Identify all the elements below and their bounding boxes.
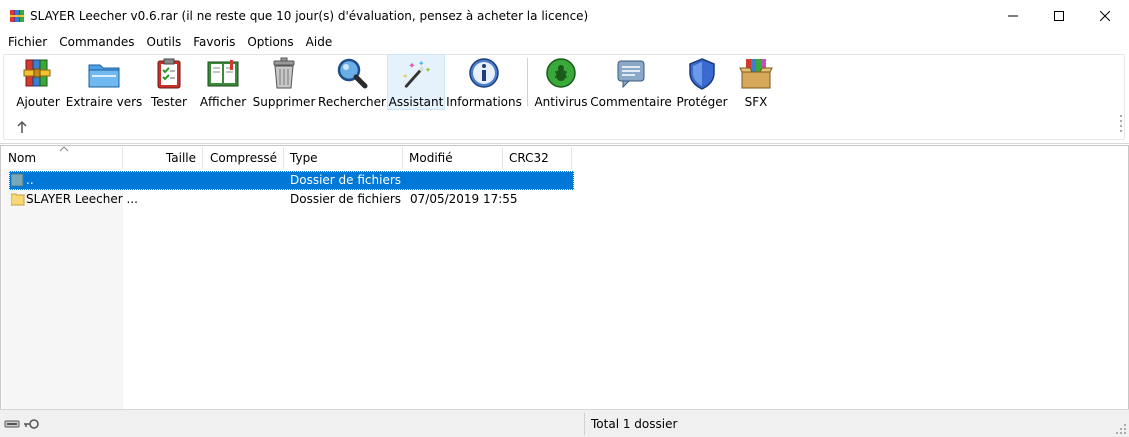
column-modified[interactable]: Modifié: [403, 147, 503, 169]
extract-button-label: Extraire vers: [65, 95, 143, 109]
info-button[interactable]: Informations: [446, 54, 522, 110]
drive-key-icon[interactable]: [4, 417, 44, 431]
resize-grip-icon[interactable]: [1115, 423, 1127, 435]
parent-folder-icon: [11, 173, 24, 187]
status-total: Total 1 dossier: [591, 417, 678, 431]
antivirus-button-label: Antivirus: [534, 95, 588, 109]
minimize-icon: [1008, 15, 1018, 17]
close-icon: [1100, 11, 1110, 21]
trash-icon: [273, 57, 295, 89]
svg-text:✦: ✦: [408, 62, 415, 72]
file-name: SLAYER Leecher ...: [26, 192, 138, 206]
add-button[interactable]: Ajouter: [14, 54, 62, 110]
menu-outils[interactable]: Outils: [141, 32, 188, 52]
search-button[interactable]: Rechercher: [318, 54, 386, 110]
status-divider: [584, 413, 585, 435]
extract-button[interactable]: Extraire vers: [66, 54, 142, 110]
column-packed[interactable]: Compressé: [203, 147, 284, 169]
view-book-icon: [207, 60, 239, 87]
protect-button[interactable]: Protéger: [676, 54, 728, 110]
toolbar-separator: [527, 58, 528, 106]
column-type-label: Type: [290, 151, 318, 165]
delete-button[interactable]: Supprimer: [253, 54, 315, 110]
maximize-icon: [1054, 11, 1064, 21]
svg-text:✦: ✦: [425, 66, 432, 75]
sfx-box-icon: [739, 59, 773, 89]
add-archive-icon: [23, 59, 51, 87]
column-size[interactable]: Taille: [123, 147, 203, 169]
protect-button-label: Protéger: [676, 95, 728, 109]
sort-ascending-icon: [59, 146, 69, 152]
menu-bar: Fichier Commandes Outils Favoris Options…: [0, 32, 338, 52]
wizard-button-label: Assistant: [388, 95, 444, 109]
toolbar: Ajouter Extraire vers Tester Afficher Su…: [0, 52, 1129, 144]
magnifier-icon: [337, 58, 368, 89]
column-type[interactable]: Type: [284, 147, 403, 169]
test-clipboard-icon: [157, 58, 181, 89]
file-list[interactable]: Nom Taille Compressé Type Modifié CRC32 …: [0, 145, 1129, 409]
menu-favoris[interactable]: Favoris: [187, 32, 241, 52]
status-bar: Total 1 dossier: [0, 409, 1129, 437]
comment-icon: [617, 60, 645, 89]
antivirus-bug-icon: [546, 58, 576, 88]
file-type: Dossier de fichiers: [290, 173, 402, 187]
title-bar: SLAYER Leecher v0.6.rar (il ne reste que…: [0, 0, 1129, 32]
column-modified-label: Modifié: [409, 151, 453, 165]
up-folder-arrow-icon[interactable]: [14, 119, 30, 135]
add-button-label: Ajouter: [16, 95, 60, 109]
folder-icon: [11, 193, 25, 206]
column-name[interactable]: Nom: [2, 146, 123, 169]
comment-button[interactable]: Commentaire: [590, 54, 672, 110]
column-packed-label: Compressé: [210, 151, 277, 165]
shield-icon: [689, 58, 715, 90]
wizard-wand-icon: ✦ ✦ ✦ ✦: [402, 59, 432, 88]
menu-options[interactable]: Options: [241, 32, 299, 52]
test-button[interactable]: Tester: [147, 54, 191, 110]
window-title: SLAYER Leecher v0.6.rar (il ne reste que…: [30, 9, 589, 23]
delete-button-label: Supprimer: [252, 95, 316, 109]
close-button[interactable]: [1082, 0, 1128, 32]
sfx-button[interactable]: SFX: [734, 54, 778, 110]
comment-button-label: Commentaire: [590, 95, 672, 109]
info-icon: [469, 58, 499, 88]
extract-folder-icon: [88, 64, 120, 88]
sfx-button-label: SFX: [744, 95, 768, 109]
winrar-icon: [10, 10, 24, 22]
wizard-button[interactable]: ✦ ✦ ✦ ✦ Assistant: [387, 54, 445, 110]
maximize-button[interactable]: [1036, 0, 1082, 32]
minimize-button[interactable]: [990, 0, 1036, 32]
column-size-label: Taille: [165, 151, 196, 165]
info-button-label: Informations: [446, 95, 522, 109]
svg-text:✦: ✦: [402, 72, 408, 80]
file-modified: 07/05/2019 17:55: [410, 192, 518, 206]
toolbar-grip-icon: [1120, 115, 1122, 132]
menu-aide[interactable]: Aide: [300, 32, 339, 52]
file-row-folder[interactable]: SLAYER Leecher ... Dossier de fichiers 0…: [9, 190, 574, 209]
column-crc[interactable]: CRC32: [503, 147, 572, 169]
search-button-label: Rechercher: [318, 95, 386, 109]
antivirus-button[interactable]: Antivirus: [534, 54, 588, 110]
file-name: ..: [26, 173, 34, 187]
menu-commandes[interactable]: Commandes: [53, 32, 140, 52]
column-crc-label: CRC32: [509, 151, 549, 165]
view-button-label: Afficher: [199, 95, 247, 109]
view-button[interactable]: Afficher: [198, 54, 248, 110]
column-header: Nom Taille Compressé Type Modifié CRC32: [2, 146, 572, 169]
menu-fichier[interactable]: Fichier: [0, 32, 53, 52]
file-type: Dossier de fichiers: [290, 192, 402, 206]
test-button-label: Tester: [151, 95, 187, 109]
column-name-label: Nom: [8, 151, 37, 165]
file-row-parent[interactable]: .. Dossier de fichiers: [9, 171, 574, 190]
